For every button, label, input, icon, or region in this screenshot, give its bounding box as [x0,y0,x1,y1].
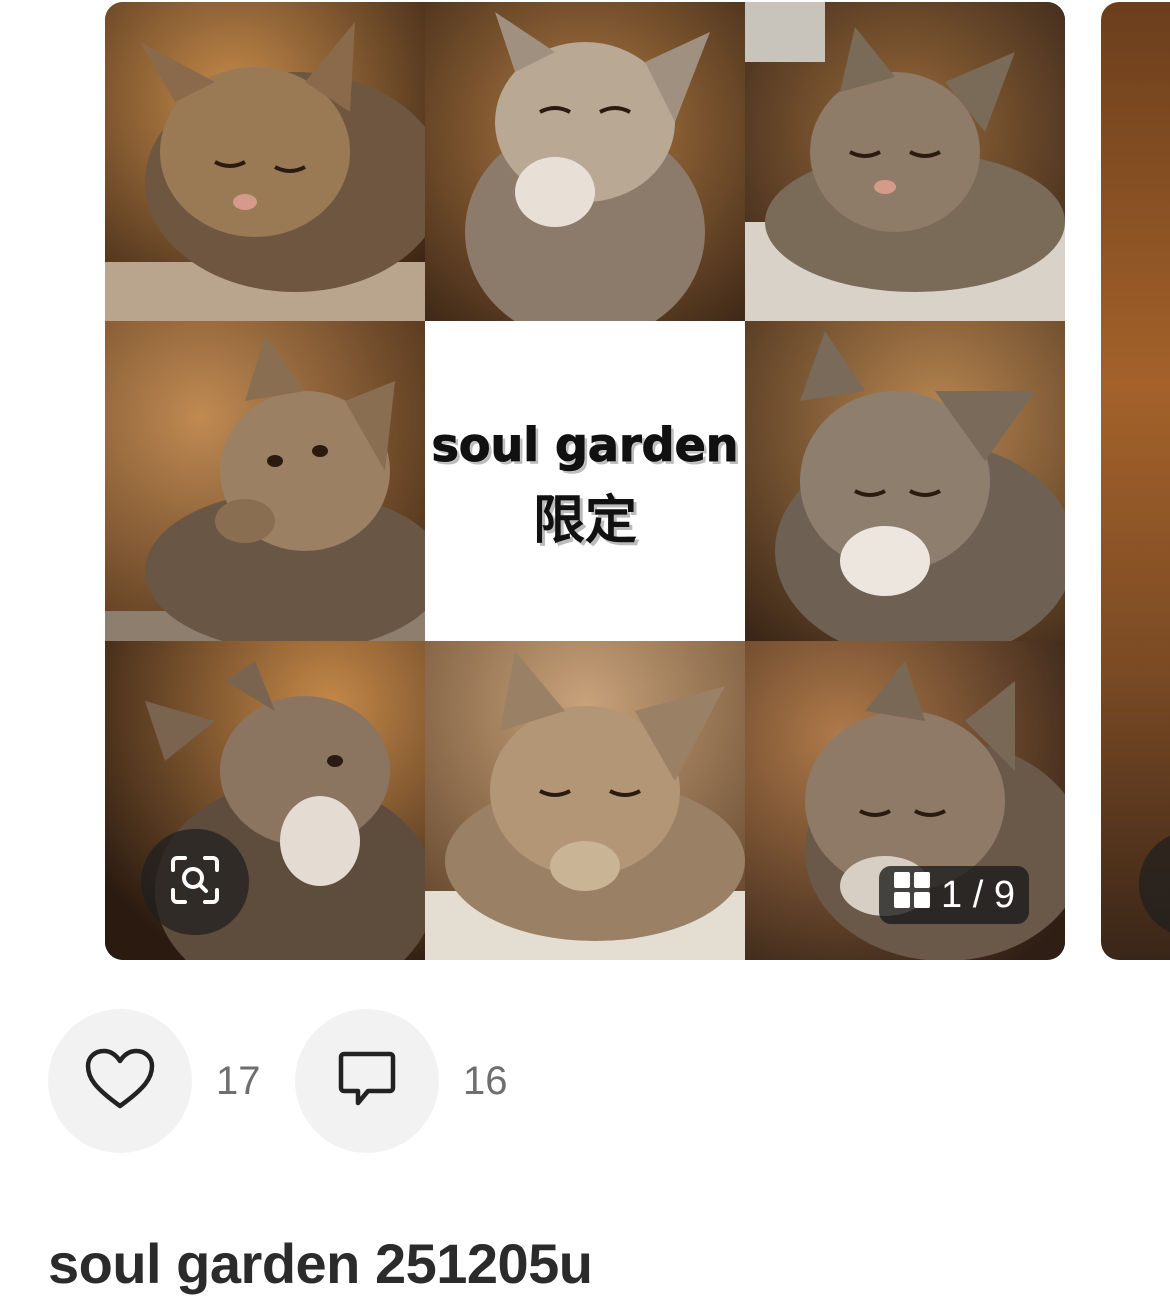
kitten-photo-1 [105,2,425,321]
heart-icon [85,1048,155,1115]
label-limited-text: 限定 [532,490,637,551]
next-post-image-preview[interactable] [1101,2,1170,960]
like-count: 17 [216,1059,261,1103]
image-carousel[interactable]: soul garden 限定 1 / 9 [0,0,1170,962]
comment-count: 16 [463,1059,508,1103]
kitten-photo-4 [105,321,425,641]
grid-icon [893,871,931,919]
scan-search-icon [169,854,221,911]
image-counter-text: 1 / 9 [941,873,1015,916]
label-brand-text: soul garden [431,417,739,472]
kitten-photo-2 [425,2,745,321]
visual-search-button[interactable] [141,829,249,935]
kitten-photo-5 [745,321,1065,641]
speech-bubble-icon [338,1050,396,1113]
post-image-collage[interactable]: soul garden 限定 [105,2,1065,960]
collage-center-label: soul garden 限定 [425,321,745,641]
kitten-photo-7 [425,641,745,960]
comment-button[interactable] [295,1009,439,1153]
post-title: soul garden 251205u [48,1232,593,1295]
image-counter-badge: 1 / 9 [879,866,1029,924]
next-visual-search-button[interactable] [1139,831,1170,937]
like-button[interactable] [48,1009,192,1153]
post-actions: 17 16 [48,1009,648,1153]
kitten-photo-3 [745,2,1065,321]
